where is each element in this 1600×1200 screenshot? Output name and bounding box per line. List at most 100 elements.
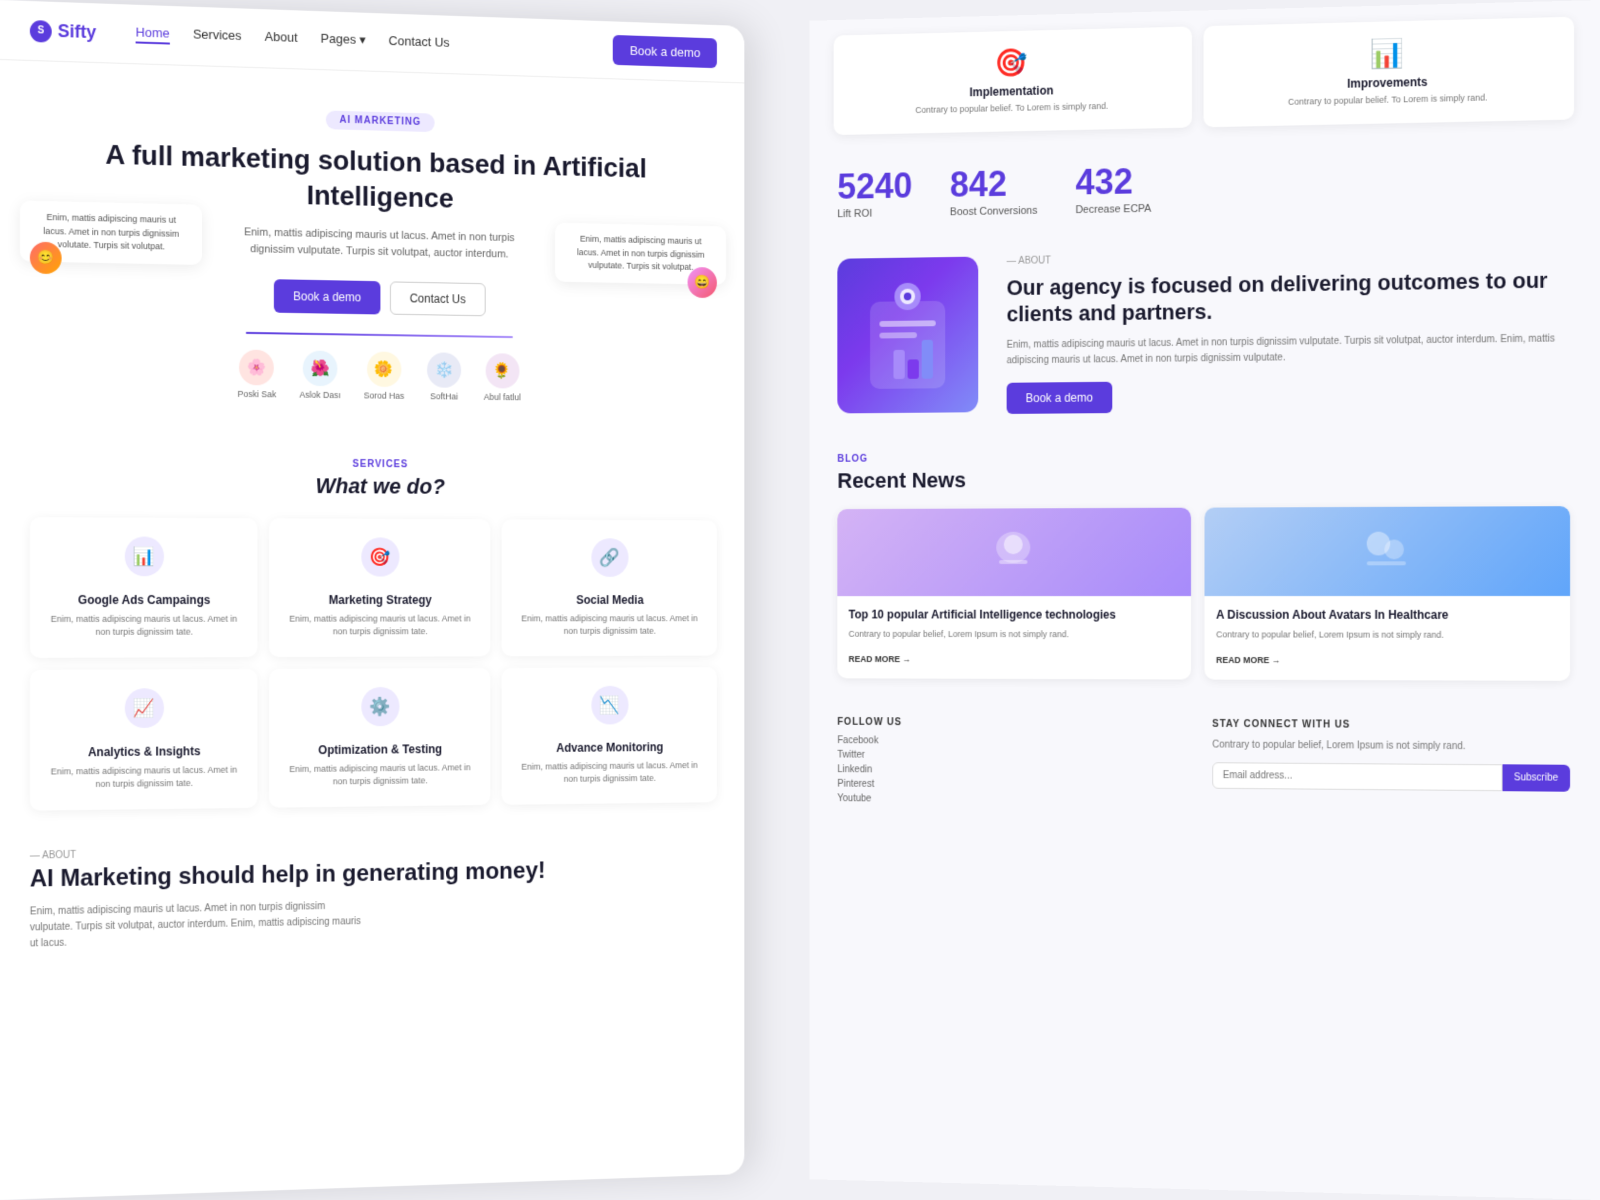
nav-pages[interactable]: Pages [321,31,366,51]
avatar-2: 🌺 Aslok Dası [299,350,340,400]
logo-icon: S [30,20,52,43]
about-right-content: — ABOUT Our agency is focused on deliver… [1007,247,1570,414]
footer-pinterest[interactable]: Pinterest [837,778,1183,792]
services-grid: 📊 Google Ads Campaings Enim, mattis adip… [30,517,717,810]
avatar-name-3: Sorod Has [364,391,405,401]
service-card-4: 📈 Analytics & Insights Enim, mattis adip… [30,669,258,811]
testimonial-right-avatar: 😄 [688,266,717,297]
stat-label-2: Boost Conversions [950,204,1037,217]
blog-read-more-1[interactable]: READ MORE [849,654,911,664]
about-heading-right: Our agency is focused on delivering outc… [1007,266,1570,328]
footer-twitter[interactable]: Twitter [837,749,1183,762]
stat-3: 432 Decrease ECPA [1075,163,1151,215]
stat-number-3: 432 [1075,163,1151,200]
testimonial-left-avatar: 😊 [30,241,62,274]
hero-divider [246,332,513,338]
testimonial-left-text: Enim, mattis adipiscing mauris ut lacus.… [43,212,179,251]
stat-number-1: 5240 [837,168,912,204]
about-visual [837,256,987,413]
about-section-left: — ABOUT AI Marketing should help in gene… [0,821,744,989]
svg-text:📊: 📊 [133,545,155,566]
blog-card-title-2: A Discussion About Avatars In Healthcare [1216,607,1558,623]
footer-follow-title: FOLLOW US [837,717,1183,730]
blog-card-2: A Discussion About Avatars In Healthcare… [1205,506,1571,681]
avatar-circle-3: 🌼 [367,351,401,387]
footer-subscribe-button[interactable]: Subscribe [1502,764,1570,791]
left-panel: S Sifty Home Services About Pages Contac… [0,0,744,1200]
footer-facebook[interactable]: Facebook [837,735,1183,748]
about-desc-left: Enim, mattis adipiscing mauris ut lacus.… [30,898,361,952]
service-card-2: 🎯 Marketing Strategy Enim, mattis adipis… [269,518,490,657]
blog-card-1: Top 10 popular Artificial Intelligence t… [837,507,1191,679]
avatar-name-4: SoftHai [430,391,458,401]
service-icon-5: ⚙️ [283,686,478,736]
right-top-cards: 🎯 Implementation Contrary to popular bel… [809,0,1600,141]
footer-connect-desc: Contrary to popular belief, Lorem Ipsum … [1212,737,1570,754]
service-card-1: 📊 Google Ads Campaings Enim, mattis adip… [30,517,258,658]
nav-links: Home Services About Pages Contact Us [136,25,614,59]
stat-2: 842 Boost Conversions [950,165,1037,217]
footer-section: FOLLOW US Facebook Twitter Linkedin Pint… [809,697,1600,834]
service-icon-2: 🎯 [283,536,478,585]
avatar-name-2: Aslok Dası [299,390,340,400]
testimonial-right: Enim, mattis adipiscing mauris ut lacus.… [555,223,726,285]
logo[interactable]: S Sifty [30,20,96,44]
avatar-5: 🌻 Abul fatlul [484,353,521,402]
stat-label-1: Lift ROI [837,207,912,220]
blog-section: BLOG Recent News Top 10 popular Artifici… [809,429,1600,701]
blog-read-more-2[interactable]: READ MORE [1216,655,1280,665]
nav-services[interactable]: Services [193,27,241,47]
stat-label-3: Decrease ECPA [1075,202,1151,215]
nav-book-button[interactable]: Book a demo [613,35,717,68]
service-desc-2: Enim, mattis adipiscing mauris ut lacus.… [283,613,478,640]
service-desc-4: Enim, mattis adipiscing mauris ut lacus.… [44,764,244,793]
blog-card-text-2: Contrary to popular belief, Lorem Ipsum … [1216,629,1558,643]
about-book-button[interactable]: Book a demo [1007,381,1112,413]
footer-follow-col: FOLLOW US Facebook Twitter Linkedin Pint… [837,717,1183,811]
stats-row: 5240 Lift ROI 842 Boost Conversions 432 … [809,125,1600,240]
hero-subtitle: Enim, mattis adipiscing mauris ut lacus.… [226,224,531,265]
stat-number-2: 842 [950,165,1037,202]
hero-badge: AI MARKETING [326,110,434,132]
service-desc-5: Enim, mattis adipiscing mauris ut lacus.… [283,761,478,789]
service-name-1: Google Ads Campaings [44,593,244,607]
testimonial-right-text: Enim, mattis adipiscing mauris ut lacus.… [577,234,705,272]
service-desc-6: Enim, mattis adipiscing mauris ut lacus.… [515,759,704,787]
hero-book-button[interactable]: Book a demo [274,279,380,314]
services-title: What we do? [30,471,717,501]
avatar-name-5: Abul fatlul [484,392,521,402]
footer-linkedin[interactable]: Linkedin [837,764,1183,777]
blog-label: BLOG [837,449,1570,464]
services-label: SERVICES [30,456,717,472]
top-card-2: 📊 Improvements Contrary to popular belie… [1204,17,1575,127]
avatar-3: 🌼 Sorod Has [364,351,405,400]
blog-card-text-1: Contrary to popular belief, Lorem Ipsum … [849,628,1180,642]
nav-about[interactable]: About [265,29,298,49]
service-icon-4: 📈 [44,687,244,738]
footer-email-input[interactable] [1212,762,1502,791]
service-desc-1: Enim, mattis adipiscing mauris ut lacus.… [44,613,244,640]
service-name-5: Optimization & Testing [283,742,478,757]
about-section-right: — ABOUT Our agency is focused on deliver… [809,227,1600,435]
stat-1: 5240 Lift ROI [837,168,912,220]
footer-youtube[interactable]: Youtube [837,793,1183,807]
about-visual-box [837,256,978,413]
top-card-1: 🎯 Implementation Contrary to popular bel… [834,26,1192,134]
top-card-icon-1: 🎯 [847,42,1179,82]
svg-text:🔗: 🔗 [600,547,621,568]
service-icon-3: 🔗 [515,537,704,586]
svg-text:📉: 📉 [600,694,621,714]
avatars-row: 🌸 Poski Sak 🌺 Aslok Dası 🌼 Sorod Has ❄️ … [30,346,717,404]
about-title-left: AI Marketing should help in generating m… [30,855,717,894]
nav-home[interactable]: Home [136,25,170,45]
nav-contact[interactable]: Contact Us [389,33,450,54]
testimonial-left: Enim, mattis adipiscing mauris ut lacus.… [20,200,202,264]
svg-text:📈: 📈 [133,697,155,718]
blog-cards: Top 10 popular Artificial Intelligence t… [837,506,1570,681]
logo-text: Sifty [58,21,97,43]
service-icon-1: 📊 [44,535,244,585]
svg-text:⚙️: ⚙️ [370,696,391,717]
hero-contact-button[interactable]: Contact Us [390,281,486,316]
svg-text:🎯: 🎯 [370,547,391,567]
blog-card-body-2: A Discussion About Avatars In Healthcare… [1205,596,1571,681]
